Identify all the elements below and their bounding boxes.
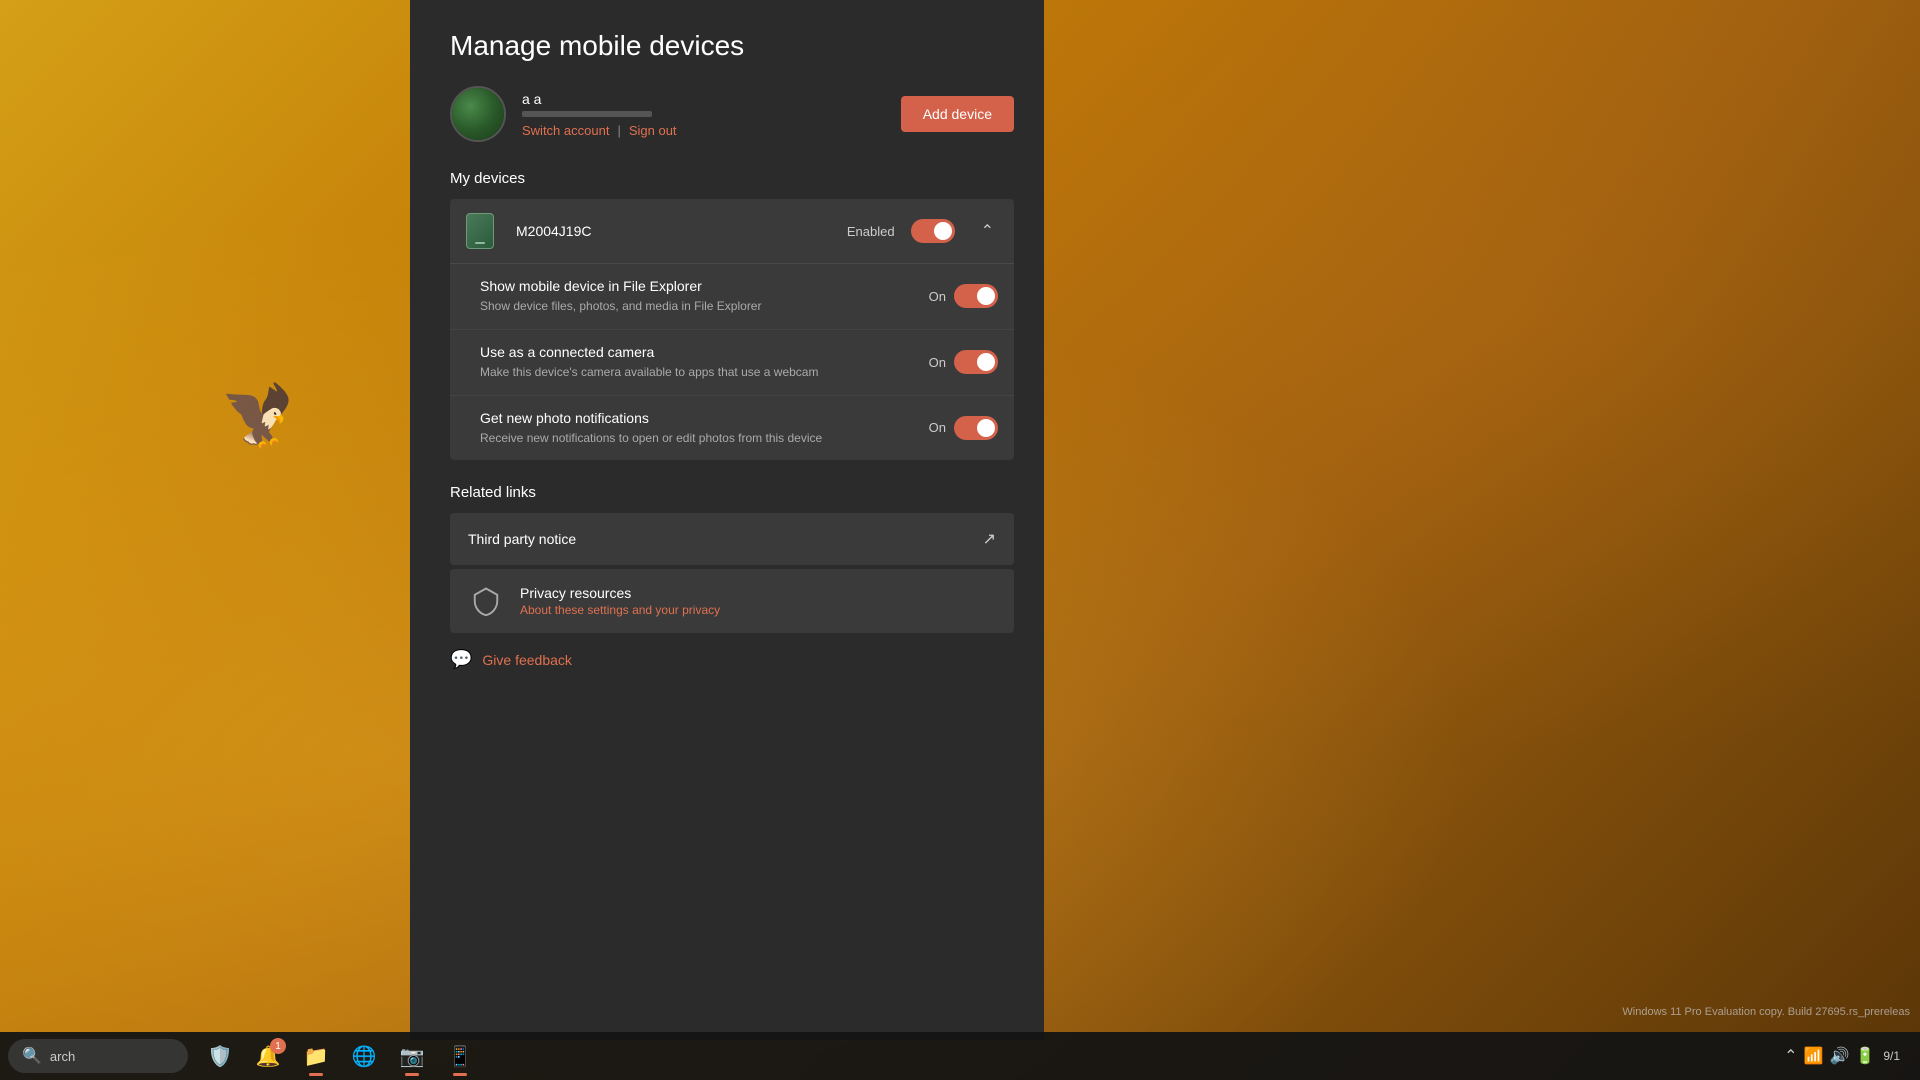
- volume-icon[interactable]: 🔊: [1829, 1046, 1849, 1066]
- taskbar: 🔍 arch 🛡️ 🔔 1 📁 🌐 📷 📱 ⌃ 📶 🔊 �: [0, 1032, 1920, 1080]
- device-name: M2004J19C: [516, 223, 833, 239]
- my-devices-label: My devices: [450, 170, 1014, 187]
- search-icon: 🔍: [22, 1046, 42, 1066]
- toggle-thumb: [977, 353, 995, 371]
- setting-row: Show mobile device in File Explorer Show…: [450, 264, 1014, 330]
- feedback-text: Give feedback: [482, 652, 572, 668]
- account-left: a a Switch account | Sign out: [450, 86, 677, 142]
- device-header: M2004J19C Enabled ⌃: [450, 199, 1014, 263]
- setting-title: Use as a connected camera: [480, 344, 929, 360]
- battery-icon[interactable]: 🔋: [1855, 1046, 1875, 1066]
- edge-icon: 🌐: [352, 1044, 377, 1069]
- account-info: a a Switch account | Sign out: [522, 91, 677, 138]
- taskbar-app-camera[interactable]: 📷: [390, 1034, 434, 1078]
- search-input[interactable]: arch: [50, 1049, 75, 1064]
- external-link-icon: ↗: [983, 529, 996, 549]
- notification-badge: 1: [270, 1038, 286, 1054]
- file-explorer-icon: 📁: [304, 1044, 329, 1069]
- security-app-icon: 🛡️: [208, 1044, 233, 1069]
- privacy-info: Privacy resources About these settings a…: [520, 585, 720, 617]
- privacy-title: Privacy resources: [520, 585, 720, 601]
- related-links-label: Related links: [450, 484, 1014, 501]
- camera-toggle-label: On: [929, 355, 946, 370]
- camera-icon: 📷: [400, 1044, 425, 1069]
- toggle-track: [954, 350, 998, 374]
- device-enabled-toggle[interactable]: [911, 219, 955, 243]
- photo-toggle-label: On: [929, 420, 946, 435]
- camera-toggle-container: On: [929, 350, 998, 374]
- avatar-image: [452, 88, 504, 140]
- account-section: a a Switch account | Sign out Add device: [450, 86, 1014, 142]
- setting-title: Show mobile device in File Explorer: [480, 278, 929, 294]
- device-status-label: Enabled: [847, 224, 895, 239]
- setting-info: Use as a connected camera Make this devi…: [480, 344, 929, 381]
- device-toggle-thumb: [934, 222, 952, 240]
- device-settings: Show mobile device in File Explorer Show…: [450, 263, 1014, 460]
- device-enabled-toggle-container: Enabled: [847, 219, 955, 243]
- related-links-section: Related links Third party notice ↗ Priva…: [450, 484, 1014, 633]
- account-bar: [522, 111, 652, 117]
- setting-desc: Make this device's camera available to a…: [480, 364, 929, 381]
- setting-title: Get new photo notifications: [480, 410, 929, 426]
- avatar: [450, 86, 506, 142]
- taskbar-app-security[interactable]: 🛡️: [198, 1034, 242, 1078]
- chevron-up-icon[interactable]: ⌃: [1784, 1046, 1797, 1066]
- setting-info: Show mobile device in File Explorer Show…: [480, 278, 929, 315]
- file-explorer-toggle-container: On: [929, 284, 998, 308]
- device-icon: [466, 213, 502, 249]
- system-icons: ⌃ 📶 🔊 🔋: [1784, 1046, 1875, 1066]
- phone-icon: [466, 213, 494, 249]
- evaluation-watermark: Windows 11 Pro Evaluation copy. Build 27…: [1622, 1004, 1910, 1021]
- time: 9/1: [1883, 1049, 1900, 1063]
- photo-notifications-toggle-container: On: [929, 416, 998, 440]
- time-display[interactable]: 9/1: [1883, 1049, 1900, 1063]
- shield-icon: [468, 583, 504, 619]
- switch-account-link[interactable]: Switch account: [522, 123, 609, 138]
- bird-decoration: 🦅: [220, 380, 295, 451]
- file-explorer-toggle-label: On: [929, 289, 946, 304]
- network-icon[interactable]: 📶: [1804, 1046, 1824, 1066]
- camera-toggle[interactable]: [954, 350, 998, 374]
- taskbar-right: ⌃ 📶 🔊 🔋 9/1: [1784, 1046, 1912, 1066]
- toggle-track: [954, 416, 998, 440]
- taskbar-app-notifications[interactable]: 🔔 1: [246, 1034, 290, 1078]
- taskbar-app-edge[interactable]: 🌐: [342, 1034, 386, 1078]
- sign-out-link[interactable]: Sign out: [629, 123, 677, 138]
- manage-mobile-icon: 📱: [448, 1044, 473, 1069]
- setting-info: Get new photo notifications Receive new …: [480, 410, 929, 447]
- device-toggle-track: [911, 219, 955, 243]
- account-links: Switch account | Sign out: [522, 123, 677, 138]
- search-bar[interactable]: 🔍 arch: [8, 1039, 188, 1073]
- photo-notifications-toggle[interactable]: [954, 416, 998, 440]
- add-device-button[interactable]: Add device: [901, 96, 1014, 132]
- taskbar-app-manage-mobile[interactable]: 📱: [438, 1034, 482, 1078]
- third-party-title: Third party notice: [468, 531, 576, 547]
- setting-desc: Show device files, photos, and media in …: [480, 298, 929, 315]
- toggle-thumb: [977, 419, 995, 437]
- file-explorer-toggle[interactable]: [954, 284, 998, 308]
- settings-panel: Manage mobile devices a a Switch account…: [410, 0, 1044, 1040]
- toggle-track: [954, 284, 998, 308]
- feedback-icon: 💬: [450, 649, 472, 670]
- device-collapse-button[interactable]: ⌃: [977, 217, 998, 245]
- feedback-section[interactable]: 💬 Give feedback: [450, 649, 1014, 670]
- setting-row: Use as a connected camera Make this devi…: [450, 330, 1014, 396]
- taskbar-app-file-explorer[interactable]: 📁: [294, 1034, 338, 1078]
- privacy-card[interactable]: Privacy resources About these settings a…: [450, 569, 1014, 633]
- toggle-thumb: [977, 287, 995, 305]
- page-title: Manage mobile devices: [450, 30, 1014, 62]
- setting-desc: Receive new notifications to open or edi…: [480, 430, 929, 447]
- account-name: a a: [522, 91, 677, 107]
- taskbar-apps: 🛡️ 🔔 1 📁 🌐 📷 📱: [198, 1034, 482, 1078]
- device-card: M2004J19C Enabled ⌃ Show mobile device i…: [450, 199, 1014, 460]
- link-separator: |: [617, 123, 620, 138]
- privacy-subtitle: About these settings and your privacy: [520, 603, 720, 617]
- third-party-card[interactable]: Third party notice ↗: [450, 513, 1014, 565]
- setting-row: Get new photo notifications Receive new …: [450, 396, 1014, 461]
